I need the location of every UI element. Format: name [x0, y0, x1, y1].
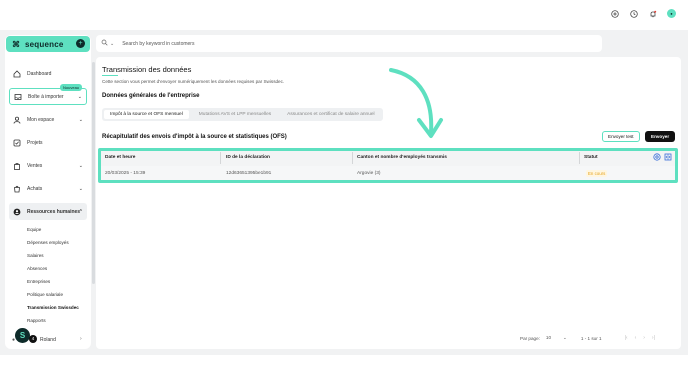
tab-bar: Impôt à la source et OFS mensuel Mutatio… [102, 108, 383, 121]
highlight-arrow-icon [389, 68, 443, 138]
new-badge: Nouveau [60, 84, 83, 91]
sidebar: ⌘ sequence + Dashboard Boîte à importer … [5, 35, 95, 349]
sidebar-item-label: Mon espace [27, 116, 55, 123]
sidebar-subitem-rapports[interactable]: Rapports [27, 318, 46, 323]
sidebar-item-mon-espace[interactable]: Mon espace ⌄ [9, 111, 87, 128]
chevron-down-icon: ⌄ [77, 93, 82, 100]
chevron-down-icon: ⌄ [78, 116, 83, 123]
bell-icon[interactable] [648, 9, 657, 18]
table-highlight-frame [98, 148, 678, 183]
per-page-value: 10 [545, 335, 552, 340]
sidebar-scrollbar[interactable] [92, 62, 95, 284]
sidebar-subitem-equipe[interactable]: Equipe [27, 227, 41, 232]
sidebar-item-label: Boîte à importer [28, 93, 64, 100]
page-description: Cette section vous permet d'envoyer numé… [102, 79, 285, 84]
tab-mutations-avs[interactable]: Mutations AVS et LPP mensuelles [193, 110, 277, 119]
per-page-label: Par page: [520, 335, 540, 341]
chevron-right-icon[interactable]: › [80, 336, 82, 342]
logo[interactable]: ⌘ sequence + [6, 36, 90, 52]
clock-icon[interactable] [629, 9, 638, 18]
sidebar-item-label: Ressources humaines [27, 208, 81, 215]
user-avatar-icon[interactable]: ● [667, 9, 676, 18]
people-icon [13, 208, 21, 216]
search-bar[interactable]: ⌄ Search by keyword in customers [96, 35, 602, 52]
logo-mark-icon: ⌘ [12, 39, 20, 49]
user-icon [13, 116, 21, 124]
title-underline [102, 75, 118, 76]
sidebar-subitem-absences[interactable]: Absences [27, 266, 47, 271]
recap-title: Récapitulatif des envois d'impôt à la so… [102, 134, 287, 140]
sidebar-item-label: Dashboard [27, 70, 52, 77]
avatar[interactable]: S [15, 328, 30, 343]
chevron-up-icon: ⌃ [78, 208, 83, 215]
last-page-icon[interactable]: ›| [652, 335, 655, 341]
sidebar-subitem-entreprises[interactable]: Entreprises [27, 279, 50, 284]
sidebar-subitem-salaires[interactable]: Salaires [27, 253, 44, 258]
prev-page-icon[interactable]: ‹ [635, 335, 637, 341]
notification-count-badge: 4 [29, 335, 37, 343]
sidebar-subitem-politique[interactable]: Politique salariale [27, 292, 63, 297]
user-name[interactable]: Roland [40, 337, 56, 343]
topbar-actions: ● [610, 9, 676, 18]
sidebar-item-projets[interactable]: Projets [9, 134, 87, 151]
chevron-down-icon: ⌄ [78, 185, 83, 192]
sidebar-item-label: Ventes [27, 162, 43, 169]
sidebar-item-label: Projets [27, 139, 43, 146]
first-page-icon[interactable]: |‹ [625, 335, 628, 341]
per-page-select[interactable]: 10 ⌄ [546, 335, 567, 341]
bag-icon [13, 162, 21, 170]
logo-text: sequence [25, 39, 64, 49]
page-title: Transmission des données [102, 65, 192, 74]
sidebar-item-achats[interactable]: Achats ⌄ [9, 180, 87, 197]
pagination: Par page: 10 ⌄ 1 - 1 sur 1 |‹ ‹ › ›| [520, 335, 655, 341]
send-button[interactable]: Envoyer [645, 131, 676, 142]
chevron-down-icon: ⌄ [78, 162, 83, 169]
chevron-down-icon: ⌄ [563, 335, 567, 340]
send-test-button[interactable]: Envoyer test [602, 131, 640, 142]
sidebar-subitem-depenses[interactable]: Dépenses employés [27, 240, 69, 245]
page-range: 1 - 1 sur 1 [580, 335, 602, 341]
search-icon [101, 39, 108, 48]
sidebar-item-label: Achats [27, 185, 43, 192]
next-page-icon[interactable]: › [643, 335, 645, 341]
checkbox-icon [13, 139, 21, 147]
section-title: Données générales de l'entreprise [102, 93, 200, 99]
home-icon [13, 69, 21, 78]
sidebar-item-dashboard[interactable]: Dashboard [9, 65, 87, 82]
sidebar-item-ventes[interactable]: Ventes ⌄ [9, 157, 87, 174]
chevron-down-icon[interactable]: ⌄ [110, 41, 114, 47]
cart-icon [13, 185, 21, 193]
tab-assurances[interactable]: Assurances et certificat de salaire annu… [281, 110, 380, 119]
inbox-icon [14, 93, 22, 101]
add-circle-icon[interactable] [610, 9, 619, 18]
plus-circle-icon[interactable]: + [76, 39, 85, 48]
sidebar-subitem-transmission[interactable]: Transmission Swissdec [27, 305, 79, 310]
search-input[interactable]: Search by keyword in customers [122, 41, 194, 47]
tab-impot-source[interactable]: Impôt à la source et OFS mensuel [104, 110, 189, 119]
sidebar-item-ressources-humaines[interactable]: Ressources humaines ⌃ [9, 203, 87, 220]
